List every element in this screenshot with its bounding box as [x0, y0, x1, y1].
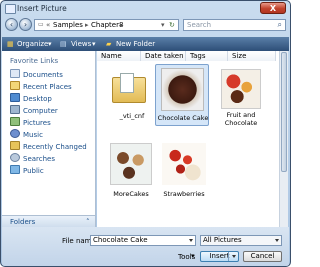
insert-split-dropdown[interactable]	[228, 252, 237, 261]
insert-picture-dialog: Insert Picture X ‹ › ▭ « Samples ▸ Chapt…	[0, 0, 291, 267]
column-header-size[interactable]: Size	[228, 51, 276, 61]
insert-button[interactable]: Insert	[200, 251, 239, 262]
sidebar-item-recently-changed[interactable]: Recently Changed	[10, 141, 87, 151]
dropdown-arrow-icon[interactable]: ▾	[161, 21, 165, 29]
sidebar-item-music[interactable]: Music	[10, 129, 43, 139]
chevron-icon: «	[46, 21, 51, 29]
vertical-scrollbar[interactable]	[279, 51, 288, 227]
sidebar-item-pictures[interactable]: Pictures	[10, 117, 51, 127]
folders-label: Folders	[10, 218, 36, 226]
column-header-tags[interactable]: Tags	[186, 51, 228, 61]
search-icon[interactable]: ⌕	[278, 20, 282, 30]
views-button[interactable]: Views	[71, 39, 91, 49]
documents-icon	[10, 69, 20, 78]
file-name-input[interactable]: Chocolate Cake	[90, 235, 196, 246]
back-button[interactable]: ‹	[5, 18, 18, 31]
refresh-icon[interactable]: ↻	[169, 21, 175, 29]
cancel-button[interactable]: Cancel	[243, 251, 282, 262]
app-icon	[5, 4, 16, 14]
dropdown-arrow-icon	[232, 255, 236, 258]
column-header-date-taken[interactable]: Date taken	[141, 51, 186, 61]
recently-changed-icon	[10, 141, 20, 150]
chevron-down-icon[interactable]: ▾	[92, 39, 96, 49]
dropdown-arrow-icon[interactable]	[189, 239, 193, 242]
file-name: Fruit and Chocolate	[224, 111, 258, 127]
favorite-links-header: Favorite Links	[10, 57, 59, 65]
pictures-icon	[10, 117, 20, 126]
sidebar-item-searches[interactable]: Searches	[10, 153, 55, 163]
breadcrumb-chapter8[interactable]: Chapter8	[91, 21, 123, 29]
chevron-down-icon[interactable]: ▾	[48, 39, 52, 49]
list-item-selected[interactable]: Chocolate Cake	[155, 64, 209, 126]
organize-button[interactable]: Organize	[17, 39, 48, 49]
file-name: Chocolate Cake	[157, 114, 209, 122]
sidebar-item-public[interactable]: Public	[10, 165, 44, 175]
chevron-up-icon: ˄	[86, 218, 90, 226]
music-icon	[10, 129, 20, 138]
file-name: MoreCakes	[113, 190, 149, 198]
list-item[interactable]: Strawberries	[154, 141, 214, 201]
scrollbar-thumb[interactable]	[281, 52, 287, 172]
sidebar-item-desktop[interactable]: Desktop	[10, 93, 52, 103]
list-item[interactable]: Fruit and Chocolate	[210, 65, 270, 131]
breadcrumb-samples[interactable]: Samples	[53, 21, 83, 29]
strawberries-thumbnail	[162, 143, 206, 185]
sidebar-item-documents[interactable]: Documents	[10, 69, 63, 79]
sidebar-item-computer[interactable]: Computer	[10, 105, 58, 115]
address-bar[interactable]: ▭ « Samples ▸ Chapter8 ▸ ▾ ↻	[34, 19, 179, 31]
title-bar[interactable]: Insert Picture X	[1, 1, 290, 15]
window-title: Insert Picture	[17, 4, 67, 13]
file-list: Name Date taken Tags Size _vti_cnf Choco…	[97, 51, 287, 227]
computer-icon	[10, 105, 20, 114]
organize-icon: ▦	[7, 40, 14, 48]
folder-icon	[112, 73, 146, 103]
breadcrumb-separator-icon: ▸	[120, 21, 124, 29]
search-placeholder: Search	[187, 21, 212, 29]
more-cakes-thumbnail	[110, 143, 152, 185]
dialog-footer: File name: Chocolate Cake All Pictures T…	[2, 227, 289, 266]
file-type-select[interactable]: All Pictures	[200, 235, 282, 246]
dropdown-arrow-icon[interactable]	[275, 239, 279, 242]
forward-button[interactable]: ›	[19, 18, 32, 31]
search-input[interactable]: Search ⌕	[183, 19, 286, 31]
close-button[interactable]: X	[260, 2, 286, 14]
file-name: Strawberries	[163, 190, 205, 198]
navigation-pane: Favorite Links Documents Recent Places D…	[2, 51, 96, 239]
sidebar-item-recent-places[interactable]: Recent Places	[10, 81, 72, 91]
address-row: ‹ › ▭ « Samples ▸ Chapter8 ▸ ▾ ↻ Search …	[1, 15, 290, 35]
public-icon	[10, 165, 20, 174]
list-item[interactable]: MoreCakes	[102, 141, 162, 201]
column-header-name[interactable]: Name	[97, 51, 141, 61]
desktop-icon	[10, 93, 20, 102]
searches-icon	[10, 153, 20, 162]
recent-places-icon	[10, 81, 20, 90]
fruit-and-chocolate-thumbnail	[221, 69, 261, 109]
folder-icon: ▭	[38, 21, 44, 28]
chevron-down-icon[interactable]: ▾	[191, 252, 195, 260]
breadcrumb-separator-icon: ▸	[85, 21, 89, 29]
chocolate-cake-thumbnail	[161, 68, 204, 111]
new-folder-button[interactable]: New Folder	[116, 39, 155, 49]
command-toolbar: ▦ Organize ▾ ▤ Views ▾ ▰ New Folder	[2, 37, 289, 51]
views-icon: ▤	[60, 40, 67, 48]
new-folder-icon: ▰	[106, 40, 112, 48]
